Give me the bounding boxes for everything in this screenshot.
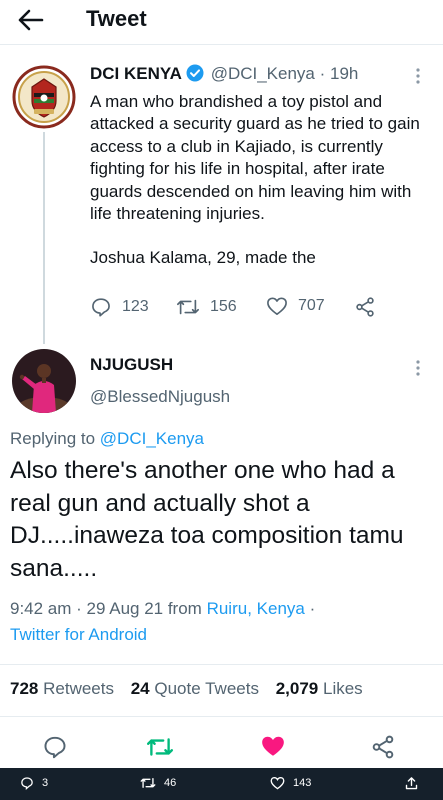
retweets-stat[interactable]: 728 Retweets <box>10 679 114 698</box>
like-icon[interactable] <box>260 734 286 758</box>
bar-reply-button[interactable]: 3 <box>20 776 48 790</box>
tweet-time[interactable]: · 19h <box>320 64 359 83</box>
tweet-meta: 9:42 am · 29 Aug 21 from Ruiru, Kenya · <box>10 599 315 619</box>
bar-reply-count: 3 <box>42 777 49 789</box>
retweet-button[interactable]: 156 <box>176 296 237 318</box>
retweet-icon <box>177 299 199 315</box>
more-icon[interactable] <box>415 66 421 86</box>
tweet-stats: 728 Retweets 24 Quote Tweets 2,079 Likes <box>10 679 363 699</box>
bar-retweet-count: 46 <box>164 777 177 789</box>
reply-icon[interactable] <box>42 734 68 760</box>
tweet-location[interactable]: Ruiru, Kenya <box>207 599 305 618</box>
author-name[interactable]: NJUGUSH <box>90 355 173 375</box>
stats-divider-top <box>0 664 443 665</box>
like-icon <box>270 776 285 790</box>
bar-upload-button[interactable] <box>404 776 419 791</box>
tweet-body: Also there's another one who had a real … <box>10 457 404 582</box>
more-icon[interactable] <box>415 358 421 378</box>
like-button[interactable]: 707 <box>266 296 325 316</box>
replying-to: Replying to @DCI_Kenya <box>10 429 204 449</box>
retweet-icon[interactable] <box>146 734 174 760</box>
tweet-source[interactable]: Twitter for Android <box>10 625 147 645</box>
upload-icon <box>405 777 418 790</box>
quote-tweets-stat[interactable]: 24 Quote Tweets <box>131 679 259 698</box>
tweet-header: DCI KENYA @DCI_Kenya · 19h <box>90 64 358 84</box>
quote-tweets-stat-label: Quote Tweets <box>154 679 259 698</box>
tweet-body: A man who brandished a toy pistol and at… <box>90 92 420 224</box>
dci-logo-icon <box>12 65 76 129</box>
retweets-stat-label: Retweets <box>43 679 114 698</box>
like-count: 707 <box>298 297 325 314</box>
author-name[interactable]: DCI KENYA <box>90 64 182 83</box>
author-handle[interactable]: @DCI_Kenya <box>211 64 315 83</box>
reply-icon <box>21 777 33 790</box>
retweet-icon <box>140 778 156 788</box>
share-icon[interactable] <box>370 734 396 760</box>
quote-tweets-stat-count: 24 <box>130 679 150 698</box>
author-handle[interactable]: @BlessedNjugush <box>90 387 230 407</box>
bar-like-button[interactable]: 143 <box>270 776 311 790</box>
reply-icon <box>92 298 110 317</box>
back-arrow-icon[interactable] <box>14 6 46 34</box>
like-icon <box>267 297 287 315</box>
likes-stat-count: 2,079 <box>275 679 319 698</box>
reply-count: 123 <box>122 298 149 315</box>
reply-button[interactable]: 123 <box>90 296 149 318</box>
meta-separator: · <box>309 599 316 618</box>
tweet-text: A man who brandished a toy pistol and at… <box>90 91 430 270</box>
share-icon <box>356 297 374 317</box>
stats-divider-bottom <box>0 716 443 717</box>
replying-to-handle[interactable]: @DCI_Kenya <box>100 429 204 448</box>
likes-stat[interactable]: 2,079 Likes <box>276 679 363 698</box>
avatar[interactable] <box>12 349 76 413</box>
bar-retweet-button[interactable]: 46 <box>140 776 176 790</box>
retweets-stat-count: 728 <box>10 679 39 698</box>
replying-to-label: Replying to <box>10 429 96 448</box>
tweet-actions: 123 156 707 <box>90 296 390 322</box>
tweet-timestamp[interactable]: 9:42 am · 29 Aug 21 from <box>10 599 202 618</box>
bar-like-count: 143 <box>293 777 312 789</box>
thread-line <box>43 132 45 344</box>
retweet-count: 156 <box>210 298 237 315</box>
tweet-body-truncated: Joshua Kalama, 29, made the <box>90 248 316 268</box>
header-divider <box>0 44 443 45</box>
share-button[interactable] <box>354 296 376 318</box>
page-title: Tweet <box>86 6 147 31</box>
verified-badge-icon <box>186 64 204 82</box>
focused-tweet-actions <box>0 730 443 764</box>
header: Tweet <box>0 0 443 44</box>
embed-action-bar: 3 46 143 <box>0 768 443 800</box>
likes-stat-label: Likes <box>322 679 363 698</box>
profile-photo <box>12 349 76 413</box>
avatar[interactable] <box>12 65 76 129</box>
